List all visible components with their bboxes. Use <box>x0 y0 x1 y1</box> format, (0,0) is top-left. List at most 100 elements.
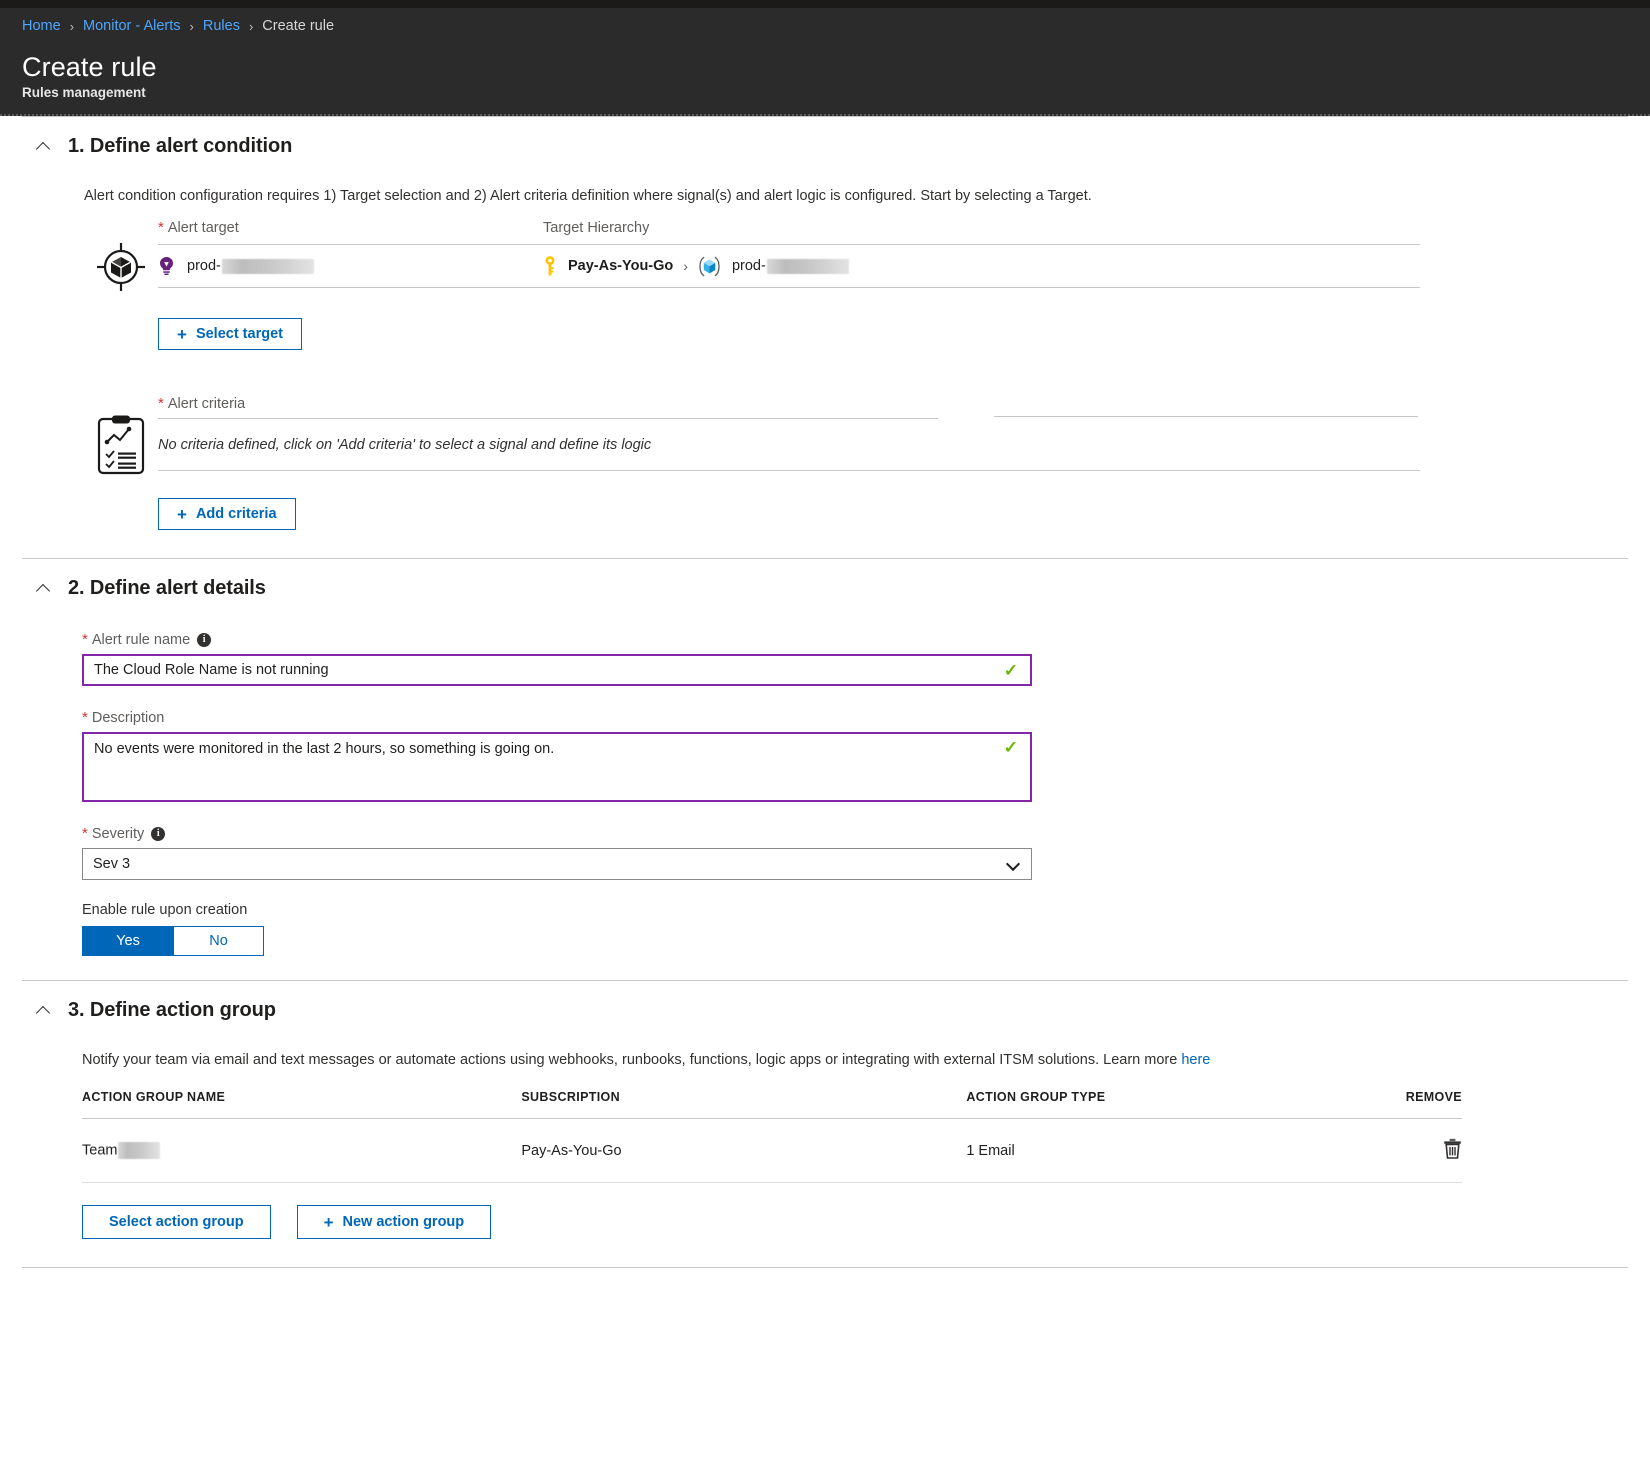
divider <box>22 1267 1628 1268</box>
column-header-subscription: SUBSCRIPTION <box>521 1090 967 1119</box>
cell-remove <box>1405 1118 1462 1183</box>
cell-action-group-name: Team <box>82 1118 522 1183</box>
valid-check-icon: ✓ <box>1003 661 1018 680</box>
alert-criteria-label-row: * Alert criteria <box>158 396 1628 419</box>
select-action-group-button[interactable]: Select action group <box>82 1205 271 1239</box>
info-icon[interactable]: i <box>197 633 212 647</box>
severity-label-row: * Severity i <box>82 826 1650 842</box>
section-header-define-alert-details[interactable]: 2. Define alert details <box>0 559 1650 606</box>
severity-value: Sev 3 <box>93 856 131 872</box>
alert-criteria-empty-message: No criteria defined, click on 'Add crite… <box>158 436 652 453</box>
valid-check-icon: ✓ <box>1003 738 1018 757</box>
table-header-row: ACTION GROUP NAME SUBSCRIPTION ACTION GR… <box>82 1090 1462 1119</box>
breadcrumb-item-create-rule: Create rule <box>262 18 335 34</box>
alert-condition-help-text: Alert condition configuration requires 1… <box>84 188 1092 204</box>
alert-rule-name-value: The Cloud Role Name is not running <box>94 662 329 678</box>
column-header-action-group-name: ACTION GROUP NAME <box>82 1090 522 1119</box>
section-title: 3. Define action group <box>68 999 276 1021</box>
redacted-resource-name <box>766 258 849 274</box>
select-target-button-label: Select target <box>195 326 283 342</box>
alert-target-label-wrap: * Alert target <box>158 219 543 237</box>
alert-criteria-icon <box>84 396 158 476</box>
target-hierarchy-label: Target Hierarchy <box>543 220 650 236</box>
subscription-key-icon <box>543 255 557 277</box>
breadcrumb-item-home[interactable]: Home <box>22 18 61 34</box>
alert-criteria-empty-box: No criteria defined, click on 'Add crite… <box>158 419 1420 471</box>
page-content: 1. Define alert condition Alert conditio… <box>0 116 1650 1268</box>
alert-rule-name-label-row: * Alert rule name i <box>82 632 1650 648</box>
description-input[interactable]: No events were monitored in the last 2 h… <box>82 732 1032 802</box>
action-group-notify-text: Notify your team via email and text mess… <box>0 1028 1650 1070</box>
hierarchy-separator-icon: › <box>683 258 688 274</box>
required-marker: * <box>158 219 164 236</box>
section-header-define-alert-condition[interactable]: 1. Define alert condition <box>0 117 1650 164</box>
table-row: Team Pay-As-You-Go 1 Email <box>82 1118 1462 1183</box>
required-marker: * <box>82 631 88 648</box>
breadcrumb-item-monitor-alerts[interactable]: Monitor - Alerts <box>83 18 181 34</box>
enable-rule-no-option[interactable]: No <box>173 927 263 955</box>
plus-icon: + <box>323 1212 334 1232</box>
section-header-define-action-group[interactable]: 3. Define action group <box>0 981 1650 1028</box>
learn-more-link[interactable]: here <box>1181 1052 1210 1068</box>
add-criteria-button-wrap: + Add criteria <box>22 498 1628 530</box>
info-icon[interactable]: i <box>151 827 166 841</box>
target-resource-icon <box>84 220 158 296</box>
delete-icon[interactable] <box>1443 1138 1462 1163</box>
page-header: Create rule Rules management <box>0 44 1650 116</box>
enable-rule-yes-option[interactable]: Yes <box>83 927 173 955</box>
action-groups-table-body: Team Pay-As-You-Go 1 Email <box>82 1118 1462 1183</box>
alert-target-fields: * Alert target Target Hierarchy prod- Pa… <box>158 220 1628 296</box>
action-groups-table: ACTION GROUP NAME SUBSCRIPTION ACTION GR… <box>82 1090 1462 1183</box>
add-criteria-button-label: Add criteria <box>195 506 277 522</box>
window-top-strip <box>0 0 1650 8</box>
select-target-button[interactable]: + Select target <box>158 318 302 350</box>
redacted-action-group-name <box>118 1142 161 1159</box>
notify-description: Notify your team via email and text mess… <box>82 1052 1182 1068</box>
alert-rule-name-input[interactable]: The Cloud Role Name is not running ✓ <box>82 654 1032 686</box>
alert-criteria-label-wrap: * Alert criteria <box>158 396 938 419</box>
action-group-buttons: Select action group + New action group <box>0 1183 1650 1239</box>
severity-label: Severity <box>91 826 145 842</box>
page-title: Create rule <box>22 52 157 82</box>
chevron-down-icon[interactable] <box>1007 858 1019 870</box>
hierarchy-resource-name: prod- <box>731 258 766 274</box>
new-action-group-button[interactable]: + New action group <box>296 1205 492 1239</box>
required-marker: * <box>82 709 88 726</box>
column-header-action-group-type: ACTION GROUP TYPE <box>966 1090 1406 1119</box>
hierarchy-subscription-name: Pay-As-You-Go <box>568 258 674 274</box>
app-insights-icon <box>158 256 175 276</box>
alert-criteria-label: Alert criteria <box>167 396 246 412</box>
alert-rule-name-label: Alert rule name <box>91 632 191 648</box>
new-action-group-label: New action group <box>342 1214 465 1230</box>
breadcrumb: Home › Monitor - Alerts › Rules › Create… <box>0 8 1650 44</box>
chevron-up-icon[interactable] <box>36 581 52 597</box>
redacted-target-name <box>221 258 314 274</box>
plus-icon: + <box>177 324 187 344</box>
severity-select[interactable]: Sev 3 <box>82 848 1032 880</box>
chevron-up-icon[interactable] <box>36 139 52 155</box>
required-marker: * <box>82 825 88 842</box>
plus-icon: + <box>177 504 187 524</box>
select-action-group-label: Select action group <box>109 1214 244 1230</box>
enable-rule-label: Enable rule upon creation <box>82 902 248 918</box>
alert-target-value: prod- <box>158 256 543 276</box>
page-subtitle: Rules management <box>22 85 146 100</box>
alert-criteria-fields: * Alert criteria No criteria defined, cli… <box>158 396 1628 476</box>
description-label: Description <box>91 710 165 726</box>
breadcrumb-item-rules[interactable]: Rules <box>203 18 240 34</box>
alert-target-label: Alert target <box>167 220 239 236</box>
chevron-up-icon[interactable] <box>36 1003 52 1019</box>
description-label-row: * Description <box>82 709 1650 727</box>
description-value: No events were monitored in the last 2 h… <box>94 741 555 757</box>
required-marker: * <box>158 395 164 412</box>
section-title: 1. Define alert condition <box>68 135 293 157</box>
column-header-remove: REMOVE <box>1405 1090 1462 1119</box>
alert-details-form: * Alert rule name i The Cloud Role Name … <box>0 606 1650 956</box>
alert-target-labels: * Alert target Target Hierarchy <box>158 219 1628 237</box>
cell-action-group-type: 1 Email <box>966 1118 1406 1183</box>
add-criteria-button[interactable]: + Add criteria <box>158 498 296 530</box>
breadcrumb-separator-icon: › <box>248 18 254 34</box>
enable-rule-toggle[interactable]: Yes No <box>82 926 264 956</box>
